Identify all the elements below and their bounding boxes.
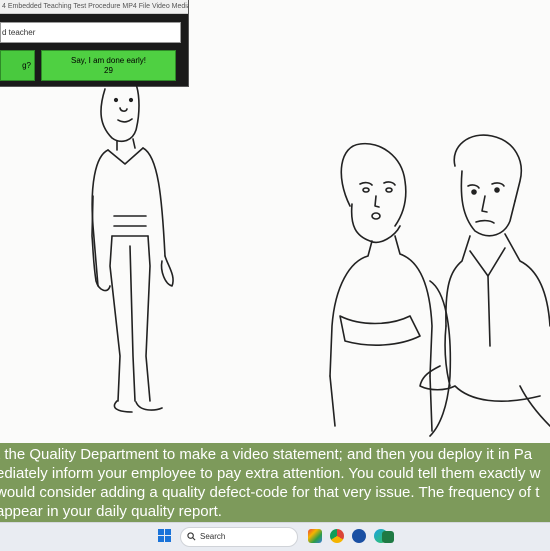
chrome-icon[interactable] bbox=[330, 529, 344, 543]
caption-line: would consider adding a quality defect-c… bbox=[0, 484, 540, 501]
woman-figure bbox=[329, 142, 452, 437]
question-button[interactable]: g? bbox=[0, 50, 35, 81]
caption-line: ediately inform your employee to pay ext… bbox=[0, 465, 541, 482]
teacher-input[interactable]: d teacher bbox=[0, 22, 181, 43]
blue-app-icon[interactable] bbox=[352, 529, 366, 543]
popup-window: 4 Embedded Teaching Test Procedure MP4 F… bbox=[0, 0, 189, 87]
excel-icon[interactable] bbox=[382, 531, 394, 543]
windows-start-icon[interactable] bbox=[158, 529, 172, 543]
caption-line: appear in your daily quality report. bbox=[0, 503, 222, 520]
caption-line: t the Quality Department to make a video… bbox=[0, 446, 533, 463]
popup-title-bar: 4 Embedded Teaching Test Procedure MP4 F… bbox=[0, 0, 188, 14]
done-early-button[interactable]: Say, I am done early! 29 bbox=[41, 50, 176, 81]
video-illustration bbox=[91, 86, 550, 437]
sitting-man-figure bbox=[419, 134, 550, 427]
done-early-count: 29 bbox=[104, 66, 113, 75]
subtitle-caption: t the Quality Department to make a video… bbox=[0, 443, 550, 522]
search-placeholder: Search bbox=[200, 532, 226, 541]
multicolor-app-icon[interactable] bbox=[308, 529, 322, 543]
windows-taskbar: Search bbox=[0, 522, 550, 551]
search-icon bbox=[187, 532, 196, 541]
standing-man-figure bbox=[91, 86, 174, 413]
taskbar-search-box[interactable]: Search bbox=[180, 527, 298, 547]
done-early-label: Say, I am done early! bbox=[71, 56, 146, 65]
